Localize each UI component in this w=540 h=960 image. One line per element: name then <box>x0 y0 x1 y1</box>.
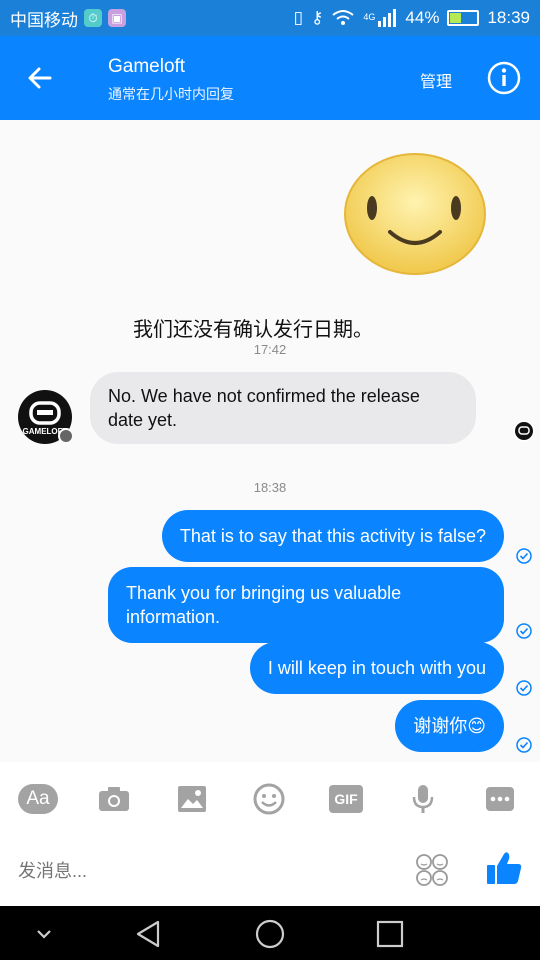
outgoing-message-bubble[interactable]: That is to say that this activity is fal… <box>161 510 504 562</box>
home-nav-icon[interactable] <box>252 916 288 952</box>
outgoing-message-bubble[interactable]: Thank you for bringing us valuable infor… <box>108 567 504 643</box>
gallery-notification-icon: ▣ <box>108 9 126 27</box>
status-bar: 中国移动 ⏱ ▣ ▯ ⚷ 4G 44% 18:39 <box>0 0 540 36</box>
battery-percent: 44% <box>405 8 440 27</box>
more-icon <box>486 787 514 811</box>
incoming-message-bubble[interactable]: No. We have not confirmed the release da… <box>90 372 476 444</box>
conversation-subtitle: 通常在几小时内回复 <box>108 86 234 102</box>
carrier-label: 中国移动 <box>10 10 78 30</box>
smiley-icon <box>253 783 285 815</box>
battery-icon <box>447 10 480 26</box>
emoji-button[interactable] <box>249 782 289 816</box>
camera-button[interactable] <box>94 782 134 816</box>
check-circle-icon <box>516 623 532 639</box>
composer <box>0 834 540 906</box>
smiley-sticker <box>344 153 486 275</box>
image-icon <box>178 786 206 812</box>
message-list[interactable]: 我们还没有确认发行日期。 17:42 GAMELOFT No. We have … <box>0 120 540 762</box>
voice-button[interactable] <box>403 782 443 816</box>
vibrate-icon: ▯ <box>293 8 303 27</box>
seen-indicator-avatar <box>513 420 535 442</box>
text-format-button[interactable]: Aa <box>18 782 58 816</box>
timestamp: 18:38 <box>253 480 287 495</box>
microphone-icon <box>412 785 434 813</box>
check-circle-icon <box>516 548 532 564</box>
arrow-left-icon <box>28 67 52 89</box>
camera-icon <box>99 787 129 811</box>
gif-icon: GIF <box>329 785 363 813</box>
info-icon[interactable] <box>486 60 522 96</box>
more-button[interactable] <box>480 782 520 816</box>
messenger-badge-icon <box>58 428 74 444</box>
system-nav-bar <box>0 906 540 960</box>
manage-button[interactable]: 管理 <box>420 68 452 92</box>
back-button[interactable] <box>20 58 60 98</box>
app-notification-icon: ⏱ <box>84 9 102 27</box>
quoted-message: 我们还没有确认发行日期。 <box>133 319 373 341</box>
signal-icon <box>378 9 397 27</box>
sticker-icon[interactable] <box>414 852 450 888</box>
outgoing-message-bubble[interactable]: I will keep in touch with you <box>249 642 504 694</box>
timestamp: 17:42 <box>253 342 287 357</box>
check-circle-icon <box>516 737 532 753</box>
check-circle-icon <box>516 680 532 696</box>
clock: 18:39 <box>487 8 530 27</box>
key-icon: ⚷ <box>310 8 324 27</box>
gallery-button[interactable] <box>172 782 212 816</box>
thumbs-up-icon[interactable] <box>484 848 524 888</box>
conversation-title[interactable]: Gameloft <box>108 56 185 78</box>
chevron-down-icon[interactable] <box>26 916 62 952</box>
network-type-label: 4G <box>363 12 376 22</box>
contact-avatar[interactable]: GAMELOFT <box>18 390 74 444</box>
composer-toolbar: Aa GIF <box>0 762 540 834</box>
text-format-icon: Aa <box>18 784 58 814</box>
wifi-icon <box>332 10 355 25</box>
outgoing-message-bubble[interactable]: 谢谢你😊 <box>395 700 504 752</box>
back-nav-icon[interactable] <box>132 916 168 952</box>
app-bar: Gameloft 通常在几小时内回复 管理 <box>0 36 540 120</box>
recents-nav-icon[interactable] <box>372 916 408 952</box>
gif-button[interactable]: GIF <box>326 782 366 816</box>
message-input[interactable] <box>18 854 398 888</box>
